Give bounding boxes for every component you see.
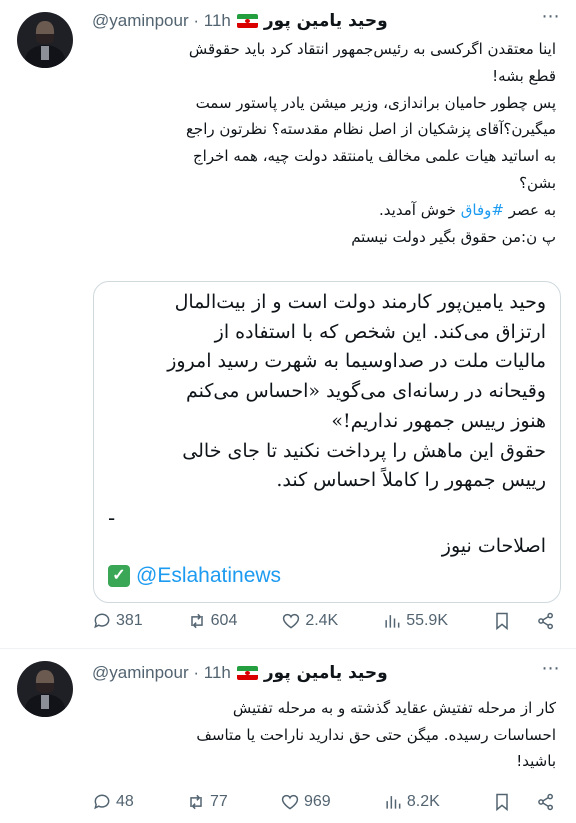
views-button[interactable]: 8.2K (383, 792, 440, 812)
quote-text: وحید یامین‌پور کارمند دولت است و از بیت‌… (106, 288, 546, 496)
quote-dash: - (108, 506, 116, 530)
more-dots-icon[interactable]: ⋯ (540, 658, 560, 679)
retweet-icon (190, 613, 203, 629)
tweet-line: بشن؟ (519, 173, 556, 192)
tweet-line: باشید! (516, 752, 556, 770)
tweet-line: میگیرن؟آقای پزشکیان از اصل نظام مقدسته؟ … (185, 120, 556, 139)
action-bar: 381 604 2.4K 55.9K (92, 608, 556, 634)
quote-line: مالیات ملت در صداوسیما به شهرت رسید امرو… (167, 350, 546, 373)
reply-button[interactable]: 48 (92, 792, 134, 812)
tweet-line: پ ن:من حقوق بگیر دولت نیستم (351, 227, 556, 246)
quote-line: وقیحانه در رسانه‌ای می‌گوید «احساس می‌کن… (185, 380, 546, 403)
tweet-line: به عصر #وفاق خوش آمدید. (379, 200, 556, 219)
quote-line: حقوق این ماهش را پرداخت نکنید تا جای خال… (182, 439, 546, 462)
tweet[interactable]: وحید یامین پور @yaminpour · 11h ⋯ اینا م… (0, 0, 576, 648)
tweet-header: وحید یامین پور @yaminpour · 11h (92, 8, 530, 34)
quote-source-handle[interactable]: ✓ @Eslahatinews (108, 564, 281, 588)
like-button[interactable]: 969 (280, 792, 331, 812)
quote-line: ارتزاق می‌کند. این شخص که با استفاده از (214, 320, 546, 343)
tweet-line: احساسات رسیده. میگن حتی حق ندارید ناراحت… (196, 725, 556, 744)
share-icon[interactable] (536, 792, 556, 812)
reply-icon (94, 613, 110, 629)
timestamp: 11h (203, 11, 231, 30)
reply-button[interactable]: 381 (92, 611, 143, 631)
tweet[interactable]: وحید یامین پور @yaminpour · 11h ⋯ کار از… (0, 648, 576, 823)
tweet-line: قطع بشه! (492, 66, 556, 85)
tweet-line: کار از مرحله تفتیش عقاید گذشته و به مرحل… (232, 699, 556, 717)
quote-line: هنوز رییس جمهور نداریم!» (331, 409, 546, 432)
views-chart-icon (386, 796, 401, 809)
iran-flag-icon (236, 14, 258, 28)
tweet-text: کار از مرحله تفتیش عقاید گذشته و به مرحل… (60, 695, 556, 775)
reply-icon (94, 794, 110, 810)
retweet-button[interactable]: 77 (186, 792, 228, 812)
action-bar: 48 77 969 8.2K (92, 789, 556, 815)
quote-line: وحید یامین‌پور کارمند دولت است و از بیت‌… (174, 291, 546, 313)
author-name[interactable]: وحید یامین پور (264, 663, 388, 683)
author-handle[interactable]: @yaminpour · 11h (92, 663, 231, 683)
heart-icon (281, 794, 299, 810)
tweet-line: به اساتید هیات علمی مخالف یامنتقد دولت چ… (192, 147, 556, 166)
tweet-text: اینا معتقدن اگرکسی به رئیس‌جمهور انتقاد … (60, 36, 556, 250)
check-mark-icon: ✓ (108, 565, 130, 587)
author-handle[interactable]: @yaminpour · 11h (92, 11, 231, 31)
hashtag-link[interactable]: #وفاق (461, 201, 504, 219)
quoted-image-card[interactable]: وحید یامین‌پور کارمند دولت است و از بیت‌… (93, 281, 561, 603)
retweet-icon (190, 794, 202, 810)
bookmark-icon[interactable] (492, 611, 512, 631)
views-button[interactable]: 55.9K (382, 611, 448, 631)
tweet-line: اینا معتقدن اگرکسی به رئیس‌جمهور انتقاد … (188, 40, 556, 58)
views-chart-icon (385, 615, 400, 628)
tweet-line: پس چطور حامیان براندازی، وزیر میشن یادر … (195, 93, 556, 112)
more-dots-icon[interactable]: ⋯ (540, 6, 560, 27)
quote-line: رییس جمهور را کاملاً احساس کند. (276, 469, 546, 492)
heart-icon (283, 613, 300, 629)
quote-source: اصلاحات نیوز (441, 535, 546, 557)
share-icon[interactable] (536, 611, 556, 631)
tweet-header: وحید یامین پور @yaminpour · 11h (92, 660, 530, 686)
bookmark-icon[interactable] (492, 792, 512, 812)
timestamp: 11h (203, 663, 231, 682)
author-name[interactable]: وحید یامین پور (264, 11, 388, 31)
retweet-button[interactable]: 604 (187, 611, 237, 631)
iran-flag-icon (236, 666, 258, 680)
like-button[interactable]: 2.4K (281, 611, 338, 631)
